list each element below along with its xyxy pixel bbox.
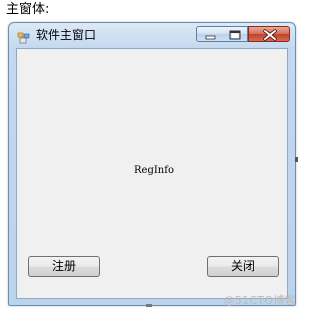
resize-grip[interactable] [146, 304, 152, 307]
app-icon [17, 29, 31, 44]
maximize-icon [229, 30, 241, 40]
window-title: 软件主窗口 [36, 28, 97, 42]
close-icon [263, 29, 277, 41]
minimize-button[interactable] [196, 26, 223, 42]
reginfo-label: RegInfo [134, 165, 174, 176]
close-button[interactable]: 关闭 [207, 256, 279, 277]
watermark: @51CTO博客 [223, 294, 296, 307]
page-caption: 主窗体: [6, 2, 50, 17]
register-button[interactable]: 注册 [28, 256, 100, 277]
window-close-button[interactable] [248, 26, 290, 42]
resize-edge-marker [295, 157, 298, 162]
title-bar[interactable]: 软件主窗口 [9, 23, 295, 48]
window-client-area: RegInfo 注册 关闭 [16, 48, 288, 299]
maximize-button[interactable] [222, 26, 248, 42]
minimize-icon [205, 35, 216, 40]
main-window: 软件主窗口 RegInfo 注册 关闭 [8, 22, 296, 306]
